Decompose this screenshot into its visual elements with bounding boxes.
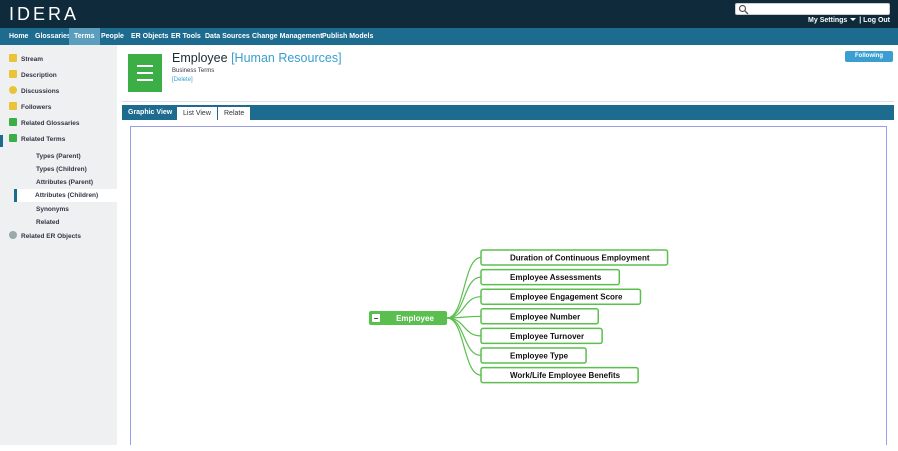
nav-change-management[interactable]: Change Management xyxy=(247,28,327,45)
sidebar-item-related-er-objects[interactable]: Related ER Objects xyxy=(9,231,81,243)
my-settings-link[interactable]: My Settings xyxy=(808,17,847,24)
top-bar: IDERA My Settings | Log Out xyxy=(0,0,898,28)
sidebar-sub-related[interactable]: Related xyxy=(36,219,59,226)
sidebar-item-related-terms[interactable]: Related Terms xyxy=(9,134,65,146)
glossary-icon xyxy=(9,118,17,126)
nav-publish-models[interactable]: Publish Models xyxy=(317,28,378,45)
graph-child-node[interactable]: Duration of Continuous Employment xyxy=(480,249,669,266)
nav-people[interactable]: People xyxy=(96,28,129,45)
term-domain-link[interactable]: [Human Resources] xyxy=(231,51,341,65)
following-button[interactable]: Following xyxy=(845,51,893,62)
graph-root-label: Employee xyxy=(396,314,434,323)
sidebar-sub-synonyms[interactable]: Synonyms xyxy=(36,206,69,213)
graph-root-node[interactable]: − Employee xyxy=(369,311,447,325)
sidebar-item-followers[interactable]: Followers xyxy=(9,102,51,114)
active-section-marker xyxy=(0,135,3,147)
sidebar-sub-attributes-parent[interactable]: Attributes (Parent) xyxy=(36,179,93,186)
sidebar-item-discussions[interactable]: Discussions xyxy=(9,86,59,98)
graph-child-node[interactable]: Employee Assessments xyxy=(480,268,621,286)
tab-relate[interactable]: Relate xyxy=(218,107,251,120)
user-menu: My Settings | Log Out xyxy=(808,17,890,24)
graph-child-label: Duration of Continuous Employment xyxy=(510,254,650,263)
graph-child-node[interactable]: Employee Number xyxy=(480,308,599,325)
idera-logo[interactable]: IDERA xyxy=(9,5,105,23)
sidebar-item-label: Followers xyxy=(21,104,52,111)
menu-separator: | xyxy=(859,17,862,24)
main-content: Employee [Human Resources] Business Term… xyxy=(117,45,898,445)
graph-child-node[interactable]: Work/Life Employee Benefits xyxy=(480,366,639,384)
sidebar-item-stream[interactable]: Stream xyxy=(9,54,43,66)
sidebar-item-label: Description xyxy=(21,72,57,79)
search-input[interactable] xyxy=(735,3,890,15)
description-icon xyxy=(9,70,17,78)
sidebar-item-label: Discussions xyxy=(21,88,60,95)
term-category: Business Terms xyxy=(172,68,215,74)
chevron-down-icon[interactable] xyxy=(850,17,857,22)
followers-icon xyxy=(9,102,17,110)
sidebar-item-label: Related Terms xyxy=(21,136,66,143)
graph-child-label: Work/Life Employee Benefits xyxy=(510,371,621,380)
graph-child-label: Employee Engagement Score xyxy=(510,293,623,302)
graph-child-label: Employee Type xyxy=(510,352,569,361)
sidebar-item-label: Stream xyxy=(21,56,44,63)
view-tabs: Graphic View List View Relate xyxy=(122,105,894,120)
graph-edge xyxy=(446,296,482,319)
graph-child-node[interactable]: Employee Turnover xyxy=(480,327,603,345)
graph-edge xyxy=(446,317,482,357)
sidebar-sub-types-parent[interactable]: Types (Parent) xyxy=(36,153,81,160)
graph-edge xyxy=(446,256,482,319)
graph-edge xyxy=(446,317,482,337)
delete-link[interactable]: [Delete] xyxy=(172,77,193,83)
sidebar-item-description[interactable]: Description xyxy=(9,70,57,82)
collapse-symbol: − xyxy=(374,314,379,323)
graph-child-node[interactable]: Employee Engagement Score xyxy=(480,288,642,305)
graph-child-label: Employee Assessments xyxy=(510,273,602,282)
er-objects-icon xyxy=(9,231,17,239)
divider xyxy=(122,101,894,102)
main-nav: Home Glossaries Terms People ER Objects … xyxy=(0,28,898,45)
graph-child-label: Employee Number xyxy=(510,312,580,321)
sidebar-item-label: Related Glossaries xyxy=(21,120,80,127)
sidebar-sub-types-children[interactable]: Types (Children) xyxy=(36,166,87,173)
sidebar-item-label: Related ER Objects xyxy=(21,233,81,240)
discussions-icon xyxy=(9,86,17,94)
search-icon xyxy=(738,4,749,15)
term-name: Employee xyxy=(172,51,228,65)
relationship-graph: Duration of Continuous Employment Employe… xyxy=(369,249,669,384)
tab-graphic-view[interactable]: Graphic View xyxy=(122,105,179,120)
page-title: Employee [Human Resources] xyxy=(172,51,342,65)
stream-icon xyxy=(9,54,17,62)
graph-child-label: Employee Turnover xyxy=(510,332,584,341)
graph-canvas[interactable]: Duration of Continuous Employment Employe… xyxy=(130,126,887,445)
term-icon xyxy=(128,54,162,92)
terms-icon xyxy=(9,134,17,142)
nav-terms[interactable]: Terms xyxy=(69,28,100,45)
sidebar-sub-attributes-children[interactable]: Attributes (Children) xyxy=(35,192,98,199)
tab-list-view[interactable]: List View xyxy=(177,107,217,120)
logout-link[interactable]: Log Out xyxy=(863,17,890,24)
graph-child-node[interactable]: Employee Type xyxy=(480,347,587,364)
sidebar: Stream Description Discussions Followers… xyxy=(0,45,117,445)
sidebar-item-related-glossaries[interactable]: Related Glossaries xyxy=(9,118,80,130)
svg-text:IDERA: IDERA xyxy=(9,5,79,23)
